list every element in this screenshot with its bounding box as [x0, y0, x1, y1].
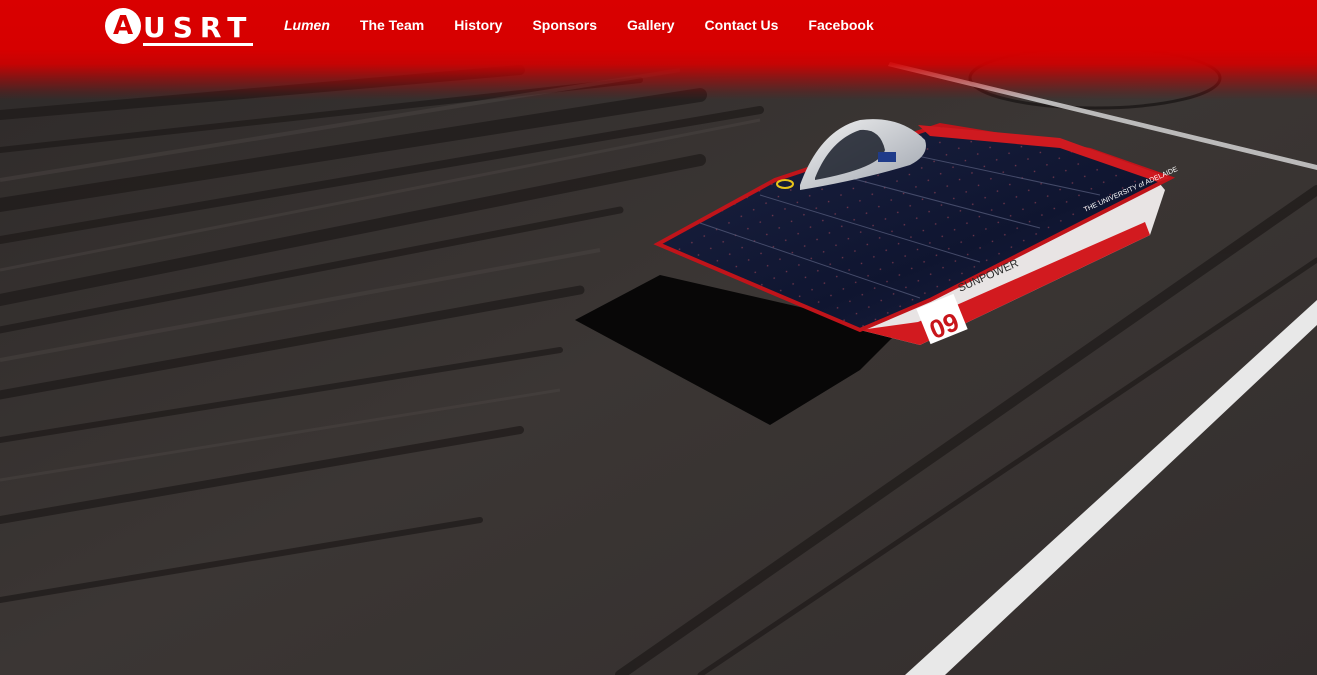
nav-item-gallery[interactable]: Gallery — [627, 16, 674, 34]
nav-item-sponsors[interactable]: Sponsors — [532, 16, 597, 34]
logo-text: USRT — [143, 11, 254, 46]
page: 09 SUNPOWER THE UNIVERSITY of ADELAIDE A… — [0, 0, 1317, 675]
nav-item-contact-us[interactable]: Contact Us — [705, 16, 779, 34]
nav-item-facebook[interactable]: Facebook — [808, 16, 873, 34]
logo-badge: A — [105, 8, 141, 44]
nav-item-history[interactable]: History — [454, 16, 502, 34]
nav-item-lumen[interactable]: Lumen — [284, 16, 330, 34]
hero-image: 09 SUNPOWER THE UNIVERSITY of ADELAIDE — [0, 0, 1317, 675]
nav-item-the-team[interactable]: The Team — [360, 16, 424, 34]
ausrt-logo[interactable]: A USRT — [105, 4, 254, 46]
logo-letter: A — [112, 11, 134, 41]
site-header: A USRT Lumen The Team History Sponsors G… — [0, 0, 1317, 100]
main-nav: Lumen The Team History Sponsors Gallery … — [284, 16, 904, 34]
